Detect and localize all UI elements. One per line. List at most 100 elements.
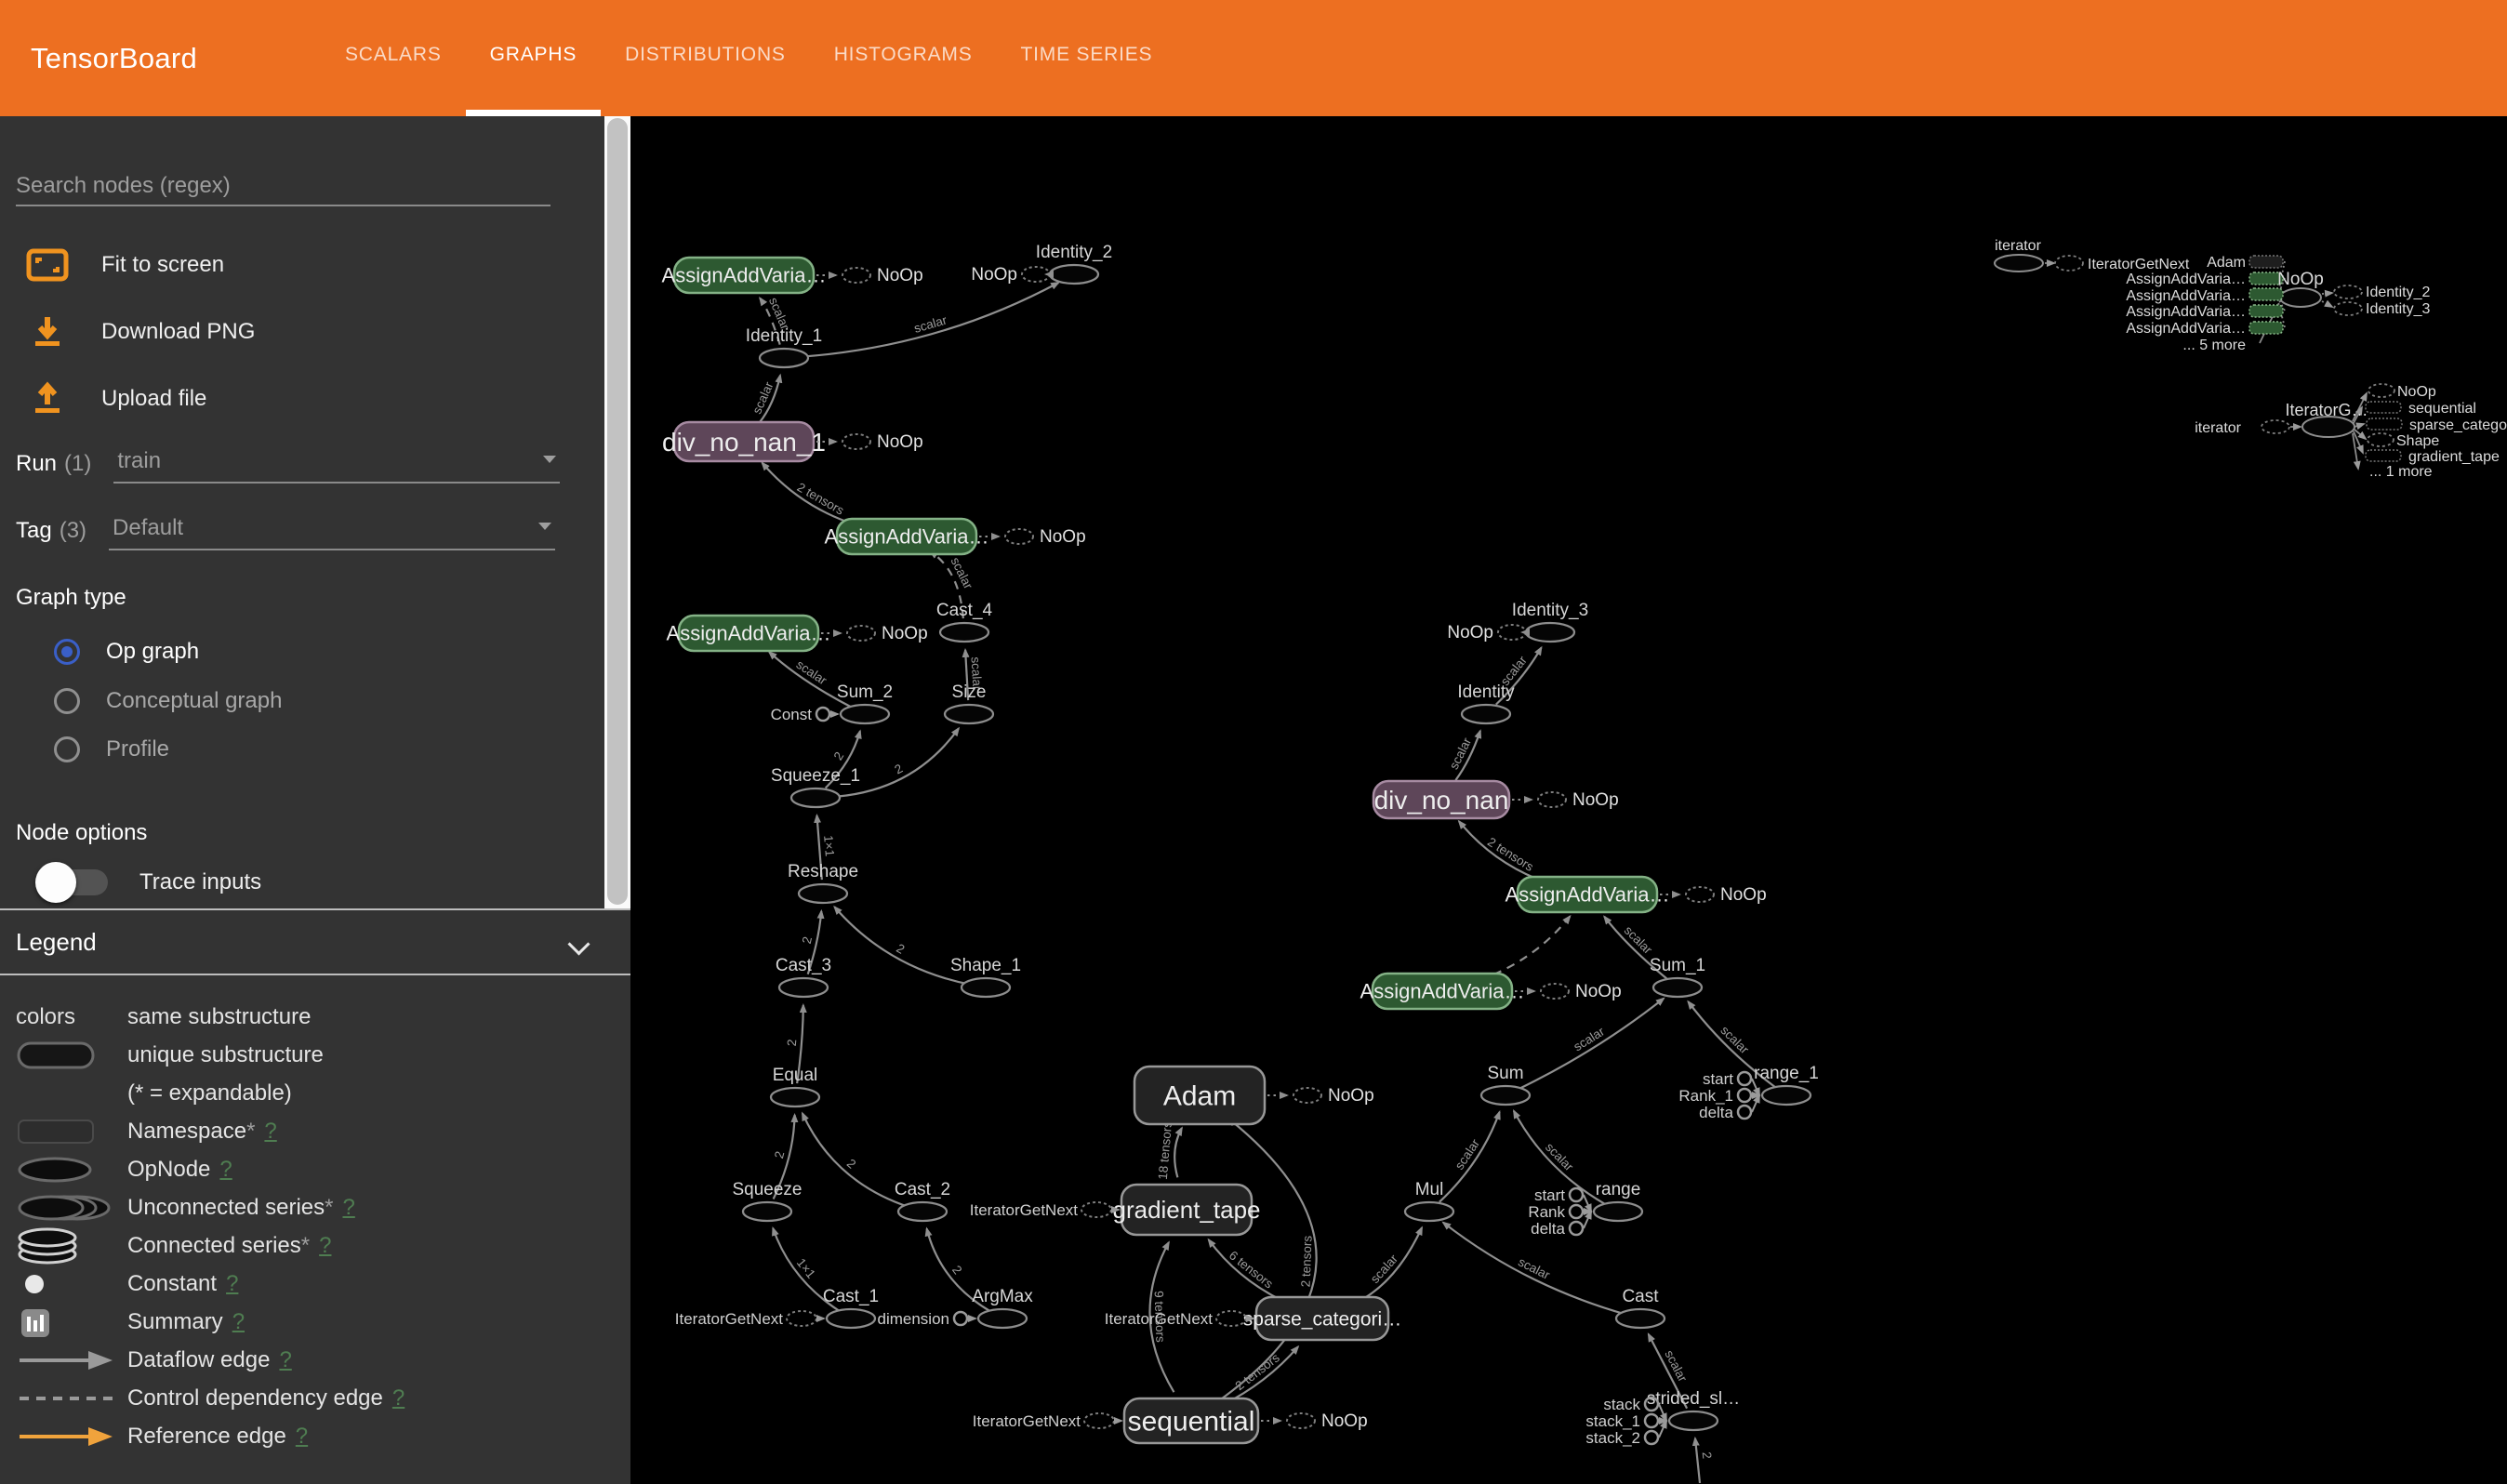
graph-node-assignaddvaria-[interactable]: AssignAddVaria…: [662, 258, 827, 293]
upload-file-button[interactable]: Upload file: [0, 377, 604, 421]
cluster-mini-node[interactable]: [2249, 305, 2283, 317]
legend-label: Unconnected series: [127, 1195, 325, 1221]
edge-label: scalar: [1447, 735, 1475, 772]
svg-text:stack_2: stack_2: [1585, 1429, 1640, 1447]
help-link[interactable]: ?: [319, 1233, 331, 1259]
graph-node-cast_4[interactable]: Cast_4: [936, 601, 993, 642]
dropdown-caret-icon: [543, 456, 556, 463]
scrollbar-thumb[interactable]: [607, 118, 628, 905]
help-link[interactable]: ?: [392, 1385, 405, 1411]
graph-node-equal[interactable]: Equal: [771, 1066, 819, 1106]
graph-node-assignaddvaria-[interactable]: AssignAddVaria…: [1360, 974, 1525, 1009]
graph-node-assignaddvaria-[interactable]: AssignAddVaria…: [1506, 877, 1670, 912]
input-port-rank_1: Rank_1: [1678, 1087, 1759, 1105]
cluster-opnode[interactable]: [2280, 288, 2321, 307]
help-link[interactable]: ?: [279, 1347, 291, 1373]
graph-node-sum[interactable]: Sum: [1481, 1064, 1530, 1105]
graph-node-gradient_tape[interactable]: gradient_tape: [1112, 1185, 1260, 1235]
graph-node-identity_1[interactable]: Identity_1: [746, 326, 822, 367]
help-link[interactable]: ?: [342, 1195, 354, 1221]
svg-text:Squeeze_1: Squeeze_1: [771, 766, 860, 786]
radio-profile[interactable]: Profile: [0, 727, 604, 772]
help-link[interactable]: ?: [226, 1271, 238, 1297]
graph-node-identity_2[interactable]: Identity_2: [1036, 243, 1112, 284]
graph-node-div_no_nan[interactable]: div_no_nan: [1373, 781, 1509, 818]
cluster-link: [2322, 293, 2332, 294]
graph-node-shape_1[interactable]: Shape_1: [950, 956, 1021, 997]
svg-text:gradient_tape: gradient_tape: [1112, 1196, 1260, 1224]
trace-inputs-toggle[interactable]: [39, 869, 108, 895]
help-link[interactable]: ?: [219, 1157, 232, 1183]
tab-distributions[interactable]: DISTRIBUTIONS: [601, 0, 810, 116]
graph-node-range[interactable]: range: [1594, 1180, 1642, 1221]
cluster-link: [2354, 424, 2364, 427]
tab-histograms[interactable]: HISTOGRAMS: [810, 0, 997, 116]
chevron-down-icon: [571, 933, 591, 953]
svg-text:sparse_categori…: sparse_categori…: [1243, 1308, 1401, 1330]
graph-node-reshape[interactable]: Reshape: [788, 862, 858, 903]
graph-node-adam[interactable]: Adam: [1134, 1067, 1265, 1124]
graph-node-squeeze[interactable]: Squeeze: [732, 1180, 802, 1221]
cluster-mini-node[interactable]: [2367, 418, 2402, 430]
graph-node-range_1[interactable]: range_1: [1754, 1064, 1819, 1105]
radio-conceptual-graph[interactable]: Conceptual graph: [0, 679, 604, 723]
cluster-mini-node[interactable]: [2249, 288, 2283, 300]
graph-node-div_no_nan_1[interactable]: div_no_nan_1: [662, 422, 826, 461]
svg-text:stack: stack: [1603, 1396, 1640, 1413]
edge-label: 2: [892, 762, 905, 777]
cluster-mini-node[interactable]: [2366, 402, 2401, 413]
graph-node-assignaddvaria-[interactable]: AssignAddVaria…: [825, 519, 989, 554]
cluster-ref-ellipse: [2368, 433, 2394, 446]
graph-canvas[interactable]: scalarscalarscalar2 tensorsscalar22scala…: [630, 116, 2507, 1484]
dataflow-swatch-icon: [16, 1349, 127, 1371]
graph-node-cast_2[interactable]: Cast_2: [895, 1180, 950, 1221]
graph-node-cast[interactable]: Cast: [1616, 1287, 1665, 1328]
graph-node-sparse_categori-[interactable]: sparse_categori…: [1243, 1297, 1401, 1340]
graph-node-assignaddvaria-[interactable]: AssignAddVaria…: [667, 616, 831, 651]
help-link[interactable]: ?: [232, 1309, 245, 1335]
graph-node-identity[interactable]: Identity: [1457, 682, 1515, 723]
graph-node-argmax[interactable]: ArgMax: [972, 1287, 1033, 1328]
tab-time-series[interactable]: TIME SERIES: [997, 0, 1177, 116]
cluster-opnode[interactable]: [1995, 255, 2043, 272]
graph-node-mul[interactable]: Mul: [1405, 1180, 1453, 1221]
svg-text:div_no_nan_1: div_no_nan_1: [662, 428, 826, 457]
graph-node-cast_1[interactable]: Cast_1: [823, 1287, 879, 1328]
graph-node-sequential[interactable]: sequential: [1124, 1398, 1258, 1443]
cluster-opnode[interactable]: [2302, 417, 2354, 437]
download-png-button[interactable]: Download PNG: [0, 310, 604, 354]
legend-header[interactable]: Legend: [0, 910, 630, 975]
cluster-mini-node[interactable]: [2366, 450, 2401, 461]
help-link[interactable]: ?: [264, 1119, 276, 1145]
graph-node-size[interactable]: Size: [945, 682, 993, 723]
cluster-ref-ellipse: [2334, 302, 2362, 315]
fit-to-screen-button[interactable]: Fit to screen: [0, 243, 604, 287]
cluster-link: [2322, 301, 2332, 307]
tab-graphs[interactable]: GRAPHS: [466, 0, 602, 116]
svg-text:Rank: Rank: [1528, 1203, 1565, 1221]
sidebar-scrollbar[interactable]: [604, 116, 630, 908]
edge-label: 2: [831, 749, 847, 762]
legend-label: OpNode: [127, 1157, 210, 1183]
graph-edge: [1174, 1128, 1182, 1177]
tag-select[interactable]: Default: [109, 511, 555, 550]
graph-area[interactable]: scalarscalarscalar2 tensorsscalar22scala…: [630, 116, 2507, 1484]
graph-node-sum_1[interactable]: Sum_1: [1650, 956, 1705, 997]
run-select[interactable]: train: [113, 444, 560, 484]
cluster-label: AssignAddVaria…: [2126, 272, 2246, 287]
search-input[interactable]: [16, 167, 550, 206]
summary-swatch-icon: [16, 1305, 127, 1339]
radio-op-graph[interactable]: Op graph: [0, 629, 604, 674]
svg-text:start: start: [1703, 1070, 1733, 1088]
graph-node-identity_3[interactable]: Identity_3: [1512, 601, 1588, 642]
namespace-swatch-icon: [16, 1117, 127, 1146]
cluster-mini-node[interactable]: [2249, 322, 2283, 334]
top-nav-tabs: SCALARSGRAPHSDISTRIBUTIONSHISTOGRAMSTIME…: [321, 0, 1176, 116]
help-link[interactable]: ?: [296, 1424, 308, 1450]
tab-scalars[interactable]: SCALARS: [321, 0, 466, 116]
noop-satellite: NoOp: [1515, 982, 1622, 1001]
graph-node-squeeze_1[interactable]: Squeeze_1: [771, 766, 860, 807]
graph-node-cast_3[interactable]: Cast_3: [776, 956, 831, 997]
cluster-mini-node[interactable]: [2249, 256, 2283, 268]
cluster-label: NoOp: [2397, 384, 2436, 400]
